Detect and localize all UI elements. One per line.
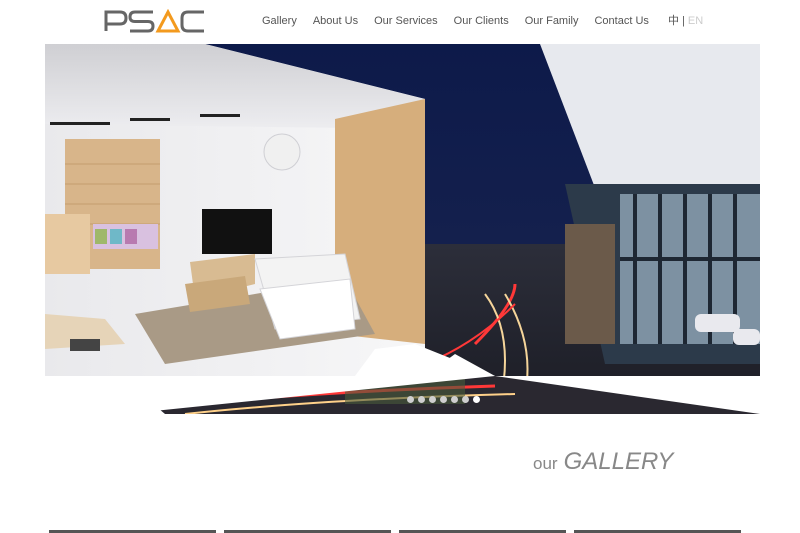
nav-our-family[interactable]: Our Family [517,13,587,29]
lang-zh[interactable]: 中 [668,15,679,27]
slide-dot-active[interactable] [473,396,480,403]
slide-dot[interactable] [462,396,469,403]
nav-gallery[interactable]: Gallery [254,13,305,29]
lang-en[interactable]: EN [688,15,703,27]
hero-image [45,44,760,414]
slide-dot[interactable] [451,396,458,403]
gallery-heading-prefix: our [533,454,558,473]
slide-dot[interactable] [429,396,436,403]
gallery-heading: our GALLERY [533,448,673,476]
main-nav: Gallery About Us Our Services Our Client… [254,13,657,29]
slide-dot[interactable] [440,396,447,403]
nav-about-us[interactable]: About Us [305,13,366,29]
slideshow-dots [407,396,480,403]
language-switcher: 中 | EN [668,12,703,28]
gallery-heading-title: GALLERY [563,448,674,475]
slide-dot[interactable] [418,396,425,403]
hero-slideshow[interactable] [45,44,760,414]
nav-our-clients[interactable]: Our Clients [446,13,517,29]
site-header: Gallery About Us Our Services Our Client… [0,0,800,44]
nav-our-services[interactable]: Our Services [366,13,446,29]
lang-separator: | [682,15,685,27]
psac-logo[interactable] [104,9,206,33]
slide-dot[interactable] [407,396,414,403]
nav-contact-us[interactable]: Contact Us [586,13,656,29]
